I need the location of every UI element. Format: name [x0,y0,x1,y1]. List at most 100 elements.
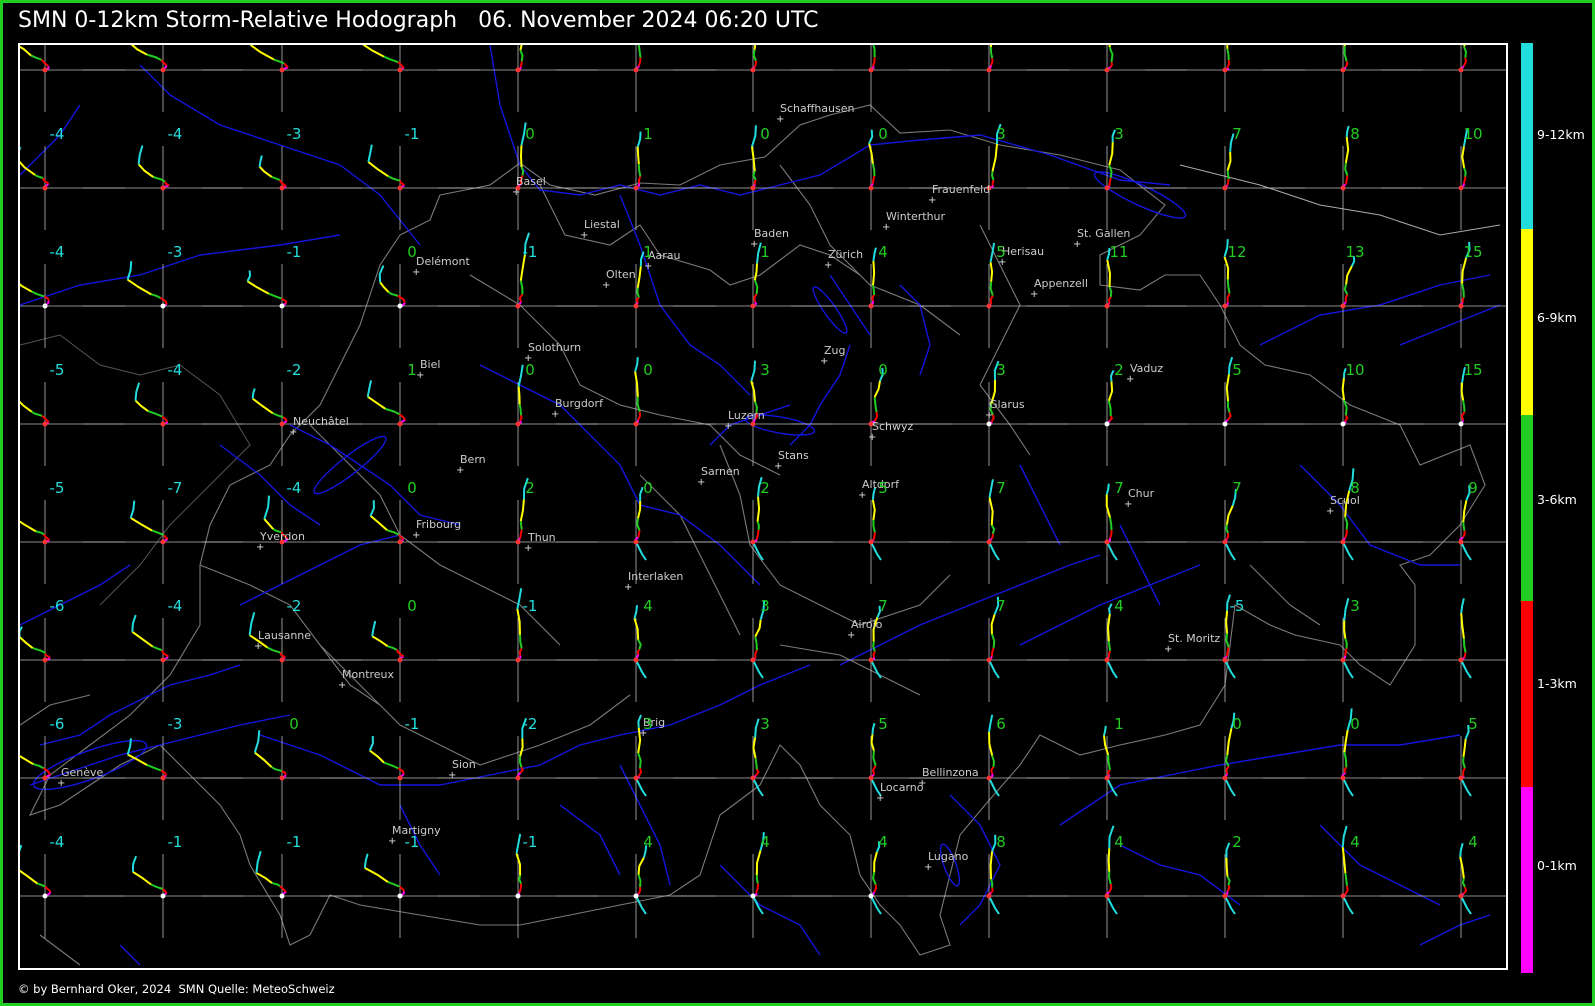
svg-text:Zug: Zug [824,344,846,357]
city-label: +St. Moritz [1164,632,1220,655]
grid-value-label: 0 [525,125,535,143]
hodograph-glyph [868,129,876,191]
grid-value-label: -5 [1230,597,1245,615]
grid-value-label: -4 [168,361,183,379]
grid-value-label: 5 [1468,715,1478,733]
hodograph-glyph [868,45,876,73]
svg-text:Sion: Sion [452,758,476,771]
hodograph-glyph [20,45,50,73]
city-label: +Stans [774,449,809,472]
grid-value-label: -4 [287,479,302,497]
grid-value-label: 12 [1227,243,1246,261]
grid-value-label: 15 [1463,361,1482,379]
svg-text:+: + [551,409,559,420]
hodograph-glyph [131,855,168,899]
svg-text:Burgdorf: Burgdorf [555,397,604,410]
hodograph-glyph [1222,45,1231,73]
grid-value-label: 4 [760,833,770,851]
hodograph-glyph [134,382,169,427]
svg-text:Vaduz: Vaduz [1130,362,1163,375]
svg-text:+: + [456,465,464,476]
grid-value-label: 5 [996,243,1006,261]
map-plot-area: + Schaffhausen + Basel + Frauenfeld + Liestal + W… [18,43,1508,970]
grid-value-label: 3 [760,597,770,615]
svg-text:Lausanne: Lausanne [258,629,311,642]
svg-text:+: + [750,239,758,250]
grid-value-label: 1 [643,125,653,143]
grid-value-label: 6 [996,715,1006,733]
grid-value-label: 4 [1114,597,1124,615]
city-label: +Airolo [847,618,883,641]
legend-swatch [1521,43,1533,229]
svg-text:+: + [1124,499,1132,510]
svg-text:Zürich: Zürich [828,248,863,261]
svg-text:+: + [985,410,993,421]
grid-value-label: -2 [287,597,302,615]
city-label: +Basel [512,175,546,198]
grid-value-label: 0 [407,243,417,261]
svg-text:+: + [624,582,632,593]
city-label: +Zürich [824,248,863,271]
hodograph-glyph [130,45,168,73]
grid-value-label: 7 [996,597,1006,615]
grid-value-label: -1 [405,833,420,851]
hodograph-glyph [633,845,648,915]
rivers [20,45,1501,966]
footer-credit: © by Bernhard Oker, 2024 SMN Quelle: Met… [18,982,335,996]
grid-value-label: 1 [407,361,417,379]
hodograph-glyph [1458,724,1472,797]
svg-text:+: + [1326,506,1334,517]
city-label: +Liestal [580,218,620,241]
hodograph-glyph [137,145,170,191]
grid-value-label: -2 [287,361,302,379]
grid-value-label: 0 [878,361,888,379]
city-label: +Olten [602,268,636,291]
city-label: +Bern [456,453,486,476]
grid-value-label: 0 [643,479,653,497]
grid-value-label: 3 [996,125,1006,143]
hodograph-glyph [20,283,50,309]
svg-text:Frauenfeld: Frauenfeld [932,183,990,196]
hodograph-glyph [515,588,523,663]
grid-value-label: -1 [523,597,538,615]
grid-value-label: 5 [878,479,888,497]
grid-value-label: -4 [50,833,65,851]
hodograph-glyph [378,265,406,309]
grid-value-label: 2 [760,479,770,497]
city-label: +Thun [524,531,556,554]
svg-text:Montreux: Montreux [342,668,395,681]
grid-value-label: 4 [878,243,888,261]
grid-value-label: 10 [1345,361,1364,379]
svg-text:Sarnen: Sarnen [701,465,740,478]
grid-value-label: -6 [50,715,65,733]
hodograph-glyph [246,270,288,309]
svg-text:+: + [412,530,420,541]
grid-value-label: 0 [1232,715,1242,733]
hodograph-map: +Schaffhausen+Basel+Frauenfeld+Liestal +W… [20,45,1506,966]
svg-text:+: + [416,370,424,381]
grid-value-label: 2 [1114,361,1124,379]
svg-text:+: + [254,641,262,652]
city-label: +Frauenfeld [928,183,990,206]
grid-value-label: 8 [996,833,1006,851]
hodograph-glyph [363,853,406,899]
svg-text:Bellinzona: Bellinzona [922,766,979,779]
city-label: +Sion [448,758,476,781]
hodograph-glyph [986,45,994,73]
legend-label: 3-6km [1537,492,1577,507]
grid-value-label: 0 [760,125,770,143]
grid-value-label: 7 [996,479,1006,497]
svg-text:+: + [820,356,828,367]
hodograph-glyph [1104,45,1114,73]
svg-text:Airolo: Airolo [851,618,883,631]
grid-value-label: 7 [878,597,888,615]
grid-value-label: 0 [289,715,299,733]
grid-value-label: 7 [1232,125,1242,143]
hodograph-glyph [249,45,289,73]
grid-value-label: 0 [407,479,417,497]
svg-text:St. Moritz: St. Moritz [1168,632,1220,645]
city-label: +Bellinzona [918,766,979,789]
grid-value-label: 0 [643,361,653,379]
hodograph-glyph [20,755,52,781]
svg-text:+: + [882,222,890,233]
